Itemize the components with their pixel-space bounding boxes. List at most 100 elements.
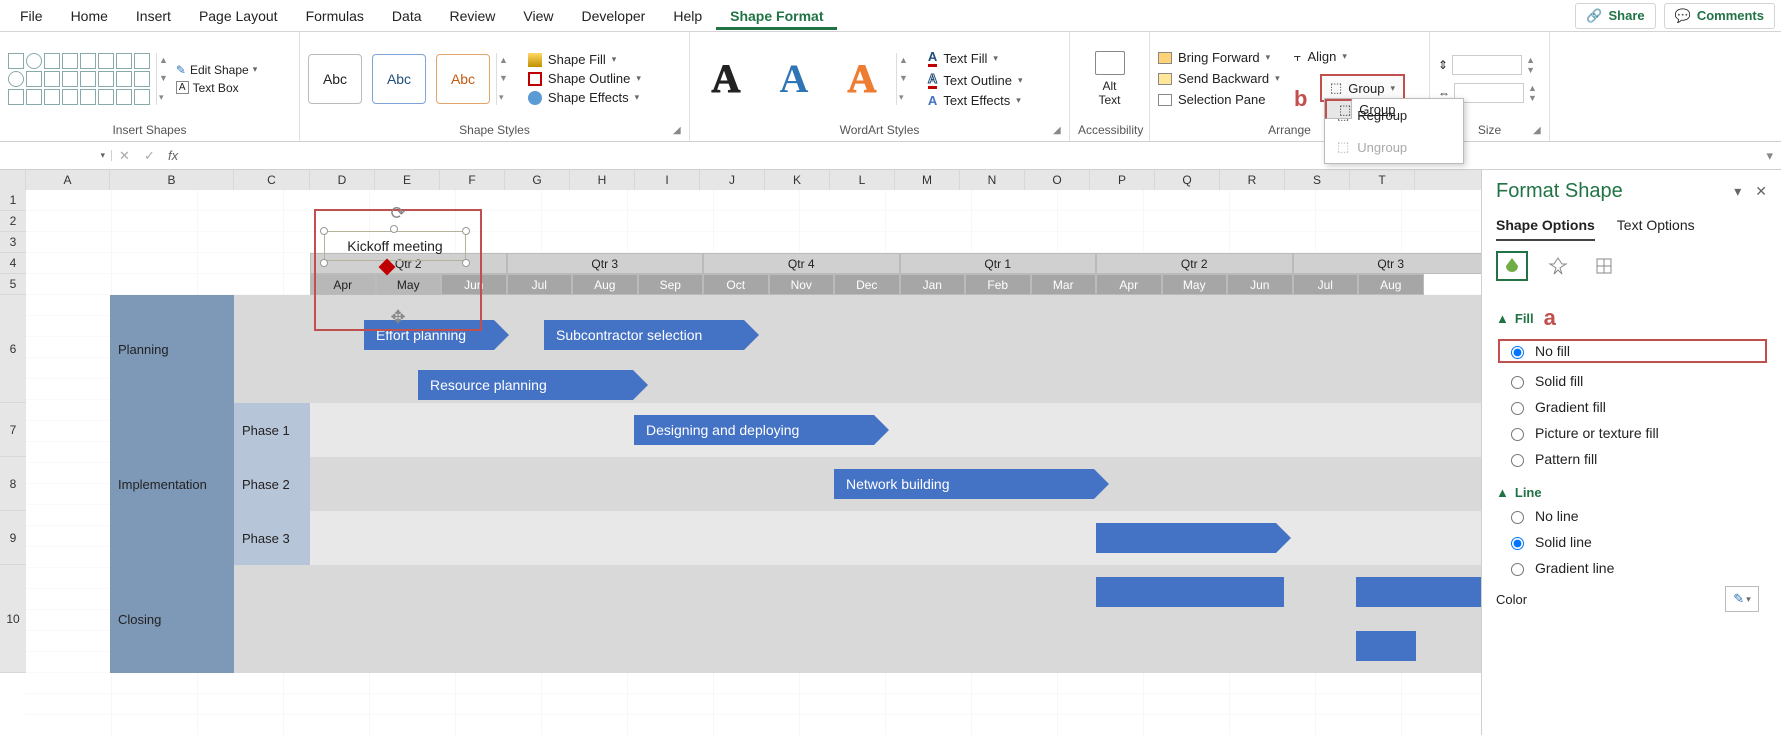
bar-unnamed2[interactable] — [1096, 577, 1284, 607]
menu-ungroup: ⬚Ungroup — [1325, 131, 1463, 163]
tab-home[interactable]: Home — [57, 2, 122, 30]
group-wordart: A A A ▲▼▾ AText Fill▾ AText Outline▾ ATe… — [690, 32, 1070, 141]
line-color-label: Color — [1496, 592, 1527, 607]
bar-unnamed4[interactable] — [1356, 631, 1416, 661]
width-input[interactable] — [1454, 83, 1524, 103]
tab-help[interactable]: Help — [659, 2, 716, 30]
send-backward-button[interactable]: Send Backward▾ — [1158, 71, 1280, 86]
section-implementation: Implementation — [110, 403, 234, 565]
fill-no-fill[interactable]: No fill — [1498, 339, 1767, 363]
wordart-more[interactable]: ▲▼▾ — [896, 53, 910, 105]
bar-resource[interactable]: Resource planning — [418, 370, 633, 400]
fill-pattern[interactable]: Pattern fill — [1506, 451, 1767, 467]
outline-icon — [528, 72, 542, 86]
pane-menu-icon[interactable]: ▾ — [1734, 183, 1741, 200]
milestone-marker[interactable] — [379, 259, 396, 276]
height-field[interactable]: ⇕▲▼ — [1438, 55, 1537, 75]
pane-close-icon[interactable]: ✕ — [1755, 183, 1767, 200]
bar-unnamed3[interactable] — [1356, 577, 1481, 607]
bring-forward-button[interactable]: Bring Forward▾ — [1158, 50, 1280, 65]
row-headers[interactable]: 1 2 3 4 5 6 7 8 9 10 — [0, 190, 26, 673]
share-button[interactable]: 🔗Share — [1575, 3, 1655, 29]
style-card-1[interactable]: Abc — [308, 54, 362, 104]
fill-picture[interactable]: Picture or texture fill — [1506, 425, 1767, 441]
line-color-button[interactable]: ✎▾ — [1725, 586, 1759, 612]
line-solid[interactable]: Solid line — [1506, 534, 1767, 550]
tab-shape-format[interactable]: Shape Format — [716, 2, 837, 30]
tab-formulas[interactable]: Formulas — [292, 2, 378, 30]
shape-gallery[interactable] — [8, 53, 150, 105]
comment-icon: 💬 — [1675, 8, 1691, 24]
row-phase2-bg — [110, 457, 1481, 511]
bar-sub[interactable]: Subcontractor selection — [544, 320, 744, 350]
shape-effects-button[interactable]: Shape Effects▾ — [528, 90, 641, 105]
pane-icon-size[interactable] — [1588, 251, 1620, 281]
text-effects-button[interactable]: AText Effects▾ — [928, 93, 1023, 108]
line-section-header[interactable]: ▲Line — [1496, 485, 1767, 500]
bar-network[interactable]: Network building — [834, 469, 1094, 499]
kickoff-selection[interactable]: ⟳ Kickoff meeting ✥ — [314, 209, 482, 331]
worksheet[interactable]: A B C D E F G H I J K L M N O P Q R S T — [0, 170, 1481, 735]
text-fill-button[interactable]: AText Fill▾ — [928, 49, 1023, 67]
tab-data[interactable]: Data — [378, 2, 436, 30]
alt-text-button[interactable]: Alt Text — [1082, 51, 1138, 107]
formula-expand[interactable]: ▾ — [1758, 148, 1781, 164]
wordart-1[interactable]: A — [698, 51, 754, 107]
name-box[interactable]: ▾ — [0, 150, 112, 161]
tab-insert[interactable]: Insert — [122, 2, 185, 30]
tab-file[interactable]: File — [6, 2, 57, 30]
text-effects-icon: A — [928, 93, 937, 108]
shape-styles-launcher[interactable]: ◢ — [673, 125, 685, 137]
fill-solid[interactable]: Solid fill — [1506, 373, 1767, 389]
text-box-button[interactable]: AText Box — [176, 81, 257, 95]
line-no-line[interactable]: No line — [1506, 508, 1767, 524]
group-label: Accessibility — [1078, 121, 1141, 139]
tab-review[interactable]: Review — [436, 2, 510, 30]
edit-shape-button[interactable]: ✎Edit Shape▾ — [176, 63, 257, 77]
shape-fill-button[interactable]: Shape Fill▾ — [528, 52, 641, 67]
fill-section-header[interactable]: ▲Filla — [1496, 305, 1767, 331]
gallery-more[interactable]: ▲▼▾ — [156, 53, 170, 105]
pencil-icon: ✎ — [1733, 591, 1744, 607]
style-card-2[interactable]: Abc — [372, 54, 426, 104]
edit-shape-icon: ✎ — [176, 63, 186, 77]
wordart-3[interactable]: A — [834, 51, 890, 107]
style-gallery[interactable]: Abc Abc Abc — [308, 54, 490, 104]
text-outline-button[interactable]: AText Outline▾ — [928, 71, 1023, 89]
style-card-3[interactable]: Abc — [436, 54, 490, 104]
comments-button[interactable]: 💬Comments — [1664, 3, 1775, 29]
cancel-icon[interactable]: ✕ — [119, 148, 130, 164]
fx-icon[interactable]: fx — [162, 148, 184, 163]
bar-design[interactable]: Designing and deploying — [634, 415, 874, 445]
menu-group[interactable]: ⬚Group — [1325, 99, 1352, 119]
line-gradient[interactable]: Gradient line — [1506, 560, 1767, 576]
group-shape-styles: Abc Abc Abc ▲▼▾ Shape Fill▾ Shape Outlin… — [300, 32, 690, 141]
style-gallery-more[interactable]: ▲▼▾ — [496, 53, 510, 105]
group-icon: ⬚ — [1339, 102, 1351, 118]
enter-icon[interactable]: ✓ — [144, 148, 155, 164]
pane-icon-fill[interactable] — [1496, 251, 1528, 281]
effects-icon — [528, 91, 542, 105]
rotate-handle[interactable]: ⟳ — [390, 203, 405, 224]
fill-gradient[interactable]: Gradient fill — [1506, 399, 1767, 415]
selection-pane-button[interactable]: Selection Pane — [1158, 92, 1280, 107]
move-handle[interactable]: ✥ — [390, 307, 405, 328]
pane-title: Format Shape ▾✕ — [1496, 180, 1767, 203]
wordart-2[interactable]: A — [766, 51, 822, 107]
wordart-gallery[interactable]: A A A — [698, 51, 890, 107]
kickoff-label-box[interactable]: Kickoff meeting — [324, 231, 466, 261]
column-headers[interactable]: A B C D E F G H I J K L M N O P Q R S T — [0, 170, 1481, 190]
wordart-launcher[interactable]: ◢ — [1053, 125, 1065, 137]
shape-outline-button[interactable]: Shape Outline▾ — [528, 71, 641, 86]
tab-page-layout[interactable]: Page Layout — [185, 2, 292, 30]
bar-unnamed1[interactable] — [1096, 523, 1276, 553]
pane-tab-shape-options[interactable]: Shape Options — [1496, 217, 1595, 241]
pane-icon-effects[interactable] — [1542, 251, 1574, 281]
size-launcher[interactable]: ◢ — [1533, 125, 1545, 137]
group-insert-shapes: ▲▼▾ ✎Edit Shape▾ AText Box Insert Shapes — [0, 32, 300, 141]
align-button[interactable]: ⫟Align▾ — [1294, 49, 1349, 65]
tab-developer[interactable]: Developer — [568, 2, 660, 30]
height-input[interactable] — [1452, 55, 1522, 75]
pane-tab-text-options[interactable]: Text Options — [1617, 217, 1695, 241]
tab-view[interactable]: View — [509, 2, 567, 30]
